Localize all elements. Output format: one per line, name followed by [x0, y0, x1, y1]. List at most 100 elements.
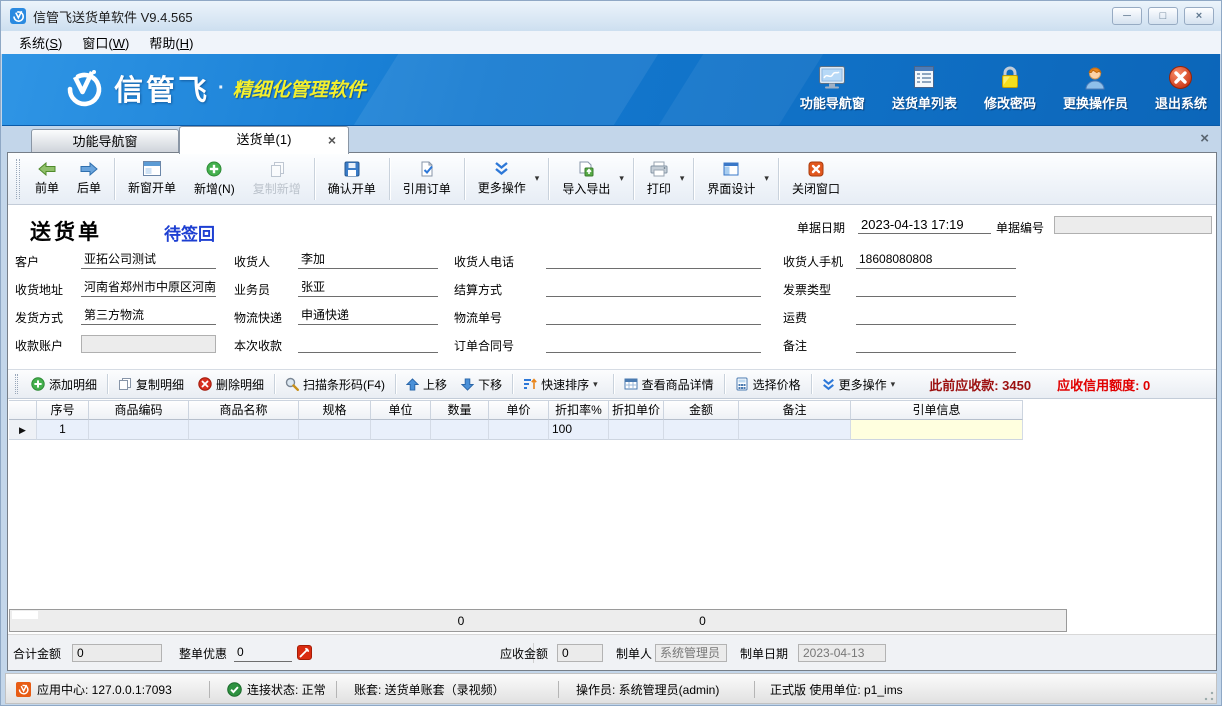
cell-price[interactable]: [489, 420, 549, 440]
grid-column-header: 备注: [739, 400, 851, 420]
menubar: 系统(S) 窗口(W) 帮助(H): [1, 31, 1221, 54]
invoice-type-field[interactable]: [856, 279, 1016, 297]
cell-spec[interactable]: [299, 420, 371, 440]
toolbar-grip[interactable]: [16, 159, 20, 199]
cell-unit[interactable]: [371, 420, 431, 440]
save-icon: [344, 161, 360, 177]
move-down-button[interactable]: 下移: [454, 376, 509, 393]
detail-toolbar: 添加明细 复制明细 删除明细 扫描条形码(F4) 上移: [8, 369, 1216, 399]
change-password-button[interactable]: 修改密码: [984, 65, 1036, 112]
select-price-button[interactable]: 选择价格: [728, 376, 808, 393]
cell-product-name[interactable]: [189, 420, 299, 440]
exit-icon: [1168, 65, 1193, 90]
nav-window-button[interactable]: 功能导航窗: [800, 65, 865, 112]
maximize-button[interactable]: □: [1148, 7, 1178, 25]
new-window-order-button[interactable]: 新窗开单: [119, 155, 185, 203]
doc-title: 送货单: [30, 216, 102, 246]
customer-field[interactable]: 亚拓公司测试: [81, 251, 216, 269]
freight-field[interactable]: [856, 307, 1016, 325]
row-marker-icon: ▶: [19, 425, 26, 435]
exit-system-button[interactable]: 退出系统: [1155, 65, 1207, 112]
dropdown-arrow-icon[interactable]: ▾: [535, 173, 540, 184]
menu-window[interactable]: 窗口(W): [74, 31, 141, 54]
next-order-button[interactable]: 后单: [68, 155, 110, 203]
confirm-order-button[interactable]: 确认开单: [319, 155, 385, 203]
settlement-field[interactable]: [546, 279, 761, 297]
tabstrip-close-icon[interactable]: ×: [1200, 130, 1209, 147]
tab-nav-window[interactable]: 功能导航窗: [31, 129, 179, 153]
remark-field[interactable]: [856, 335, 1016, 353]
dropdown-arrow-icon[interactable]: ▾: [764, 173, 769, 184]
close-window-button[interactable]: 关闭窗口: [783, 155, 849, 203]
doc-date-field[interactable]: 2023-04-13 17:19: [858, 216, 991, 234]
copy-detail-button[interactable]: 复制明细: [111, 376, 191, 393]
cell-discount-rate[interactable]: 100: [549, 420, 609, 440]
cell-product-code[interactable]: [89, 420, 189, 440]
ui-design-button[interactable]: 界面设计: [698, 155, 764, 203]
grid-column-header: 序号: [37, 400, 89, 420]
receiver-field[interactable]: 李加: [298, 251, 438, 269]
printer-icon: [650, 161, 668, 177]
cell-amount[interactable]: [664, 420, 739, 440]
order-discount-field[interactable]: 0: [234, 644, 292, 662]
contract-no-field[interactable]: [546, 335, 761, 353]
view-product-detail-button[interactable]: 查看商品详情: [617, 376, 721, 393]
scan-barcode-button[interactable]: 扫描条形码(F4): [278, 376, 392, 393]
resize-grip[interactable]: [1204, 691, 1214, 701]
receiver-mobile-field[interactable]: 18608080808: [856, 251, 1016, 269]
cell-remark[interactable]: [739, 420, 851, 440]
doc-status-badge: 待签回: [164, 220, 215, 245]
cell-qty[interactable]: [431, 420, 489, 440]
more-operations-button[interactable]: 更多操作: [469, 155, 535, 203]
tab-close-icon[interactable]: ×: [328, 127, 336, 153]
delivery-list-button[interactable]: 送货单列表: [892, 65, 957, 112]
move-up-button[interactable]: 上移: [399, 376, 454, 393]
dropdown-arrow-icon[interactable]: ▾: [619, 173, 624, 184]
grid-column-header: 引单信息: [851, 400, 1023, 420]
address-field[interactable]: 河南省郑州市中原区河南省: [81, 279, 216, 297]
print-button[interactable]: 打印: [638, 155, 680, 203]
grid-column-header: 折扣率%: [549, 400, 609, 420]
menu-system[interactable]: 系统(S): [11, 31, 74, 54]
copy-new-button[interactable]: 复制新增: [244, 155, 310, 203]
ref-order-button[interactable]: 引用订单: [394, 155, 460, 203]
app-logo-icon: [10, 8, 26, 24]
tab-delivery-order[interactable]: 送货单(1) ×: [179, 126, 349, 154]
ship-method-field[interactable]: 第三方物流: [81, 307, 216, 325]
separator: [778, 158, 779, 200]
field-label-address: 收货地址: [15, 281, 63, 299]
import-export-button[interactable]: 导入导出: [553, 155, 619, 203]
delete-detail-button[interactable]: 删除明细: [191, 376, 271, 393]
dropdown-arrow-icon[interactable]: ▾: [593, 379, 598, 390]
tracking-no-field[interactable]: [546, 307, 761, 325]
add-circle-icon: [206, 161, 222, 177]
arrow-up-icon: [406, 378, 419, 391]
cell-ref-info[interactable]: [851, 420, 1023, 440]
more-detail-operations-button[interactable]: 更多操作 ▾: [815, 376, 908, 393]
close-button[interactable]: ×: [1184, 7, 1214, 25]
receiver-phone-field[interactable]: [546, 251, 761, 269]
field-label-freight: 运费: [783, 309, 807, 327]
form-area: 送货单 待签回 单据日期 2023-04-13 17:19 单据编号 客户 亚拓…: [8, 205, 1216, 369]
logistics-field[interactable]: 申通快递: [298, 307, 438, 325]
prev-order-button[interactable]: 前单: [26, 155, 68, 203]
receivable-amount-label: 应收金额: [500, 645, 548, 663]
discount-edit-icon[interactable]: [297, 645, 312, 660]
dropdown-arrow-icon[interactable]: ▾: [680, 173, 685, 184]
toolbar-grip[interactable]: [15, 374, 18, 394]
menu-help[interactable]: 帮助(H): [141, 31, 205, 54]
quick-sort-button[interactable]: 快速排序 ▾: [516, 376, 610, 393]
dropdown-arrow-icon[interactable]: ▾: [891, 379, 896, 390]
add-new-button[interactable]: 新增(N): [185, 155, 244, 203]
cell-discount-price[interactable]: [609, 420, 664, 440]
create-date-field: 2023-04-13: [798, 644, 886, 662]
add-detail-button[interactable]: 添加明细: [24, 376, 104, 393]
minimize-button[interactable]: ─: [1112, 7, 1142, 25]
row-selector-cell[interactable]: ▶: [9, 420, 37, 440]
connection-status: 连接状态: 正常: [247, 682, 326, 698]
cell-seq[interactable]: 1: [37, 420, 89, 440]
grid-column-header: 商品编码: [89, 400, 189, 420]
switch-operator-button[interactable]: 更换操作员: [1063, 65, 1128, 112]
payment-field[interactable]: [298, 335, 438, 353]
salesman-field[interactable]: 张亚: [298, 279, 438, 297]
